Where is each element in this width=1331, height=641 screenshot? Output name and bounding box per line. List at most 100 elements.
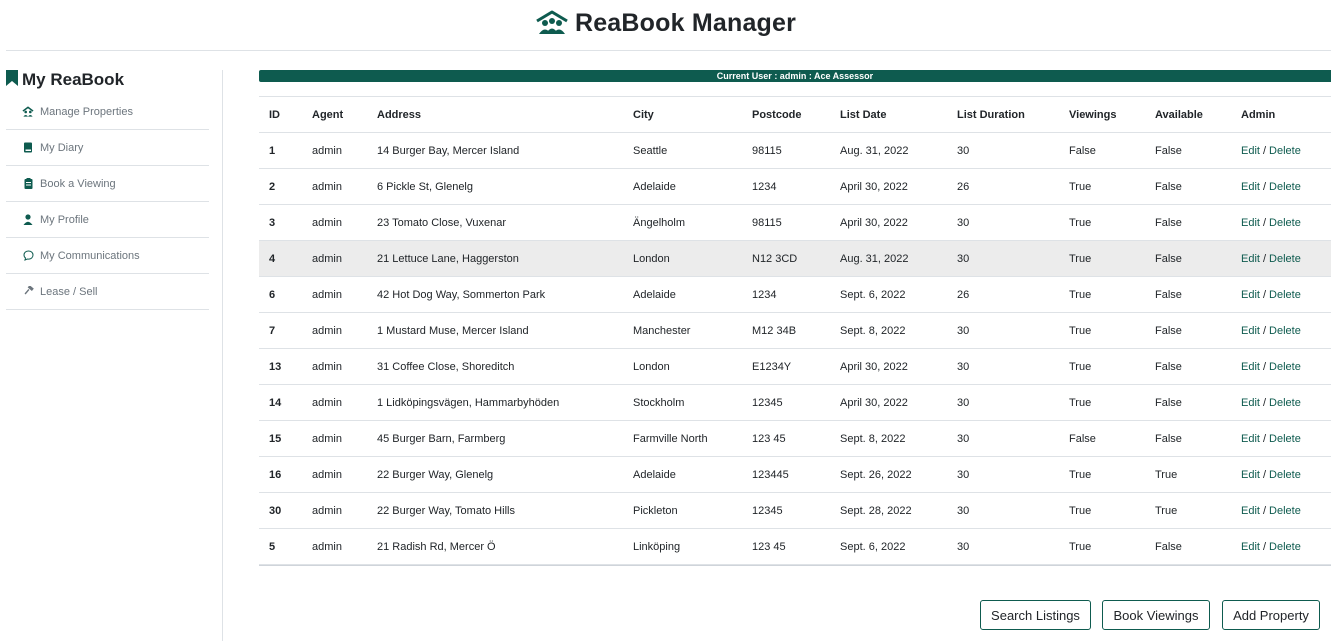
cell-available: False <box>1145 276 1231 313</box>
cell-available: False <box>1145 420 1231 457</box>
edit-link[interactable]: Edit <box>1241 145 1260 157</box>
cell-city: Pickleton <box>623 492 742 529</box>
delete-link[interactable]: Delete <box>1269 361 1301 373</box>
sidebar-item-label: Book a Viewing <box>40 177 116 190</box>
sidebar-item-my-communications[interactable]: My Communications <box>6 238 209 274</box>
cell-address: 22 Burger Way, Tomato Hills <box>367 492 623 529</box>
cell-list-date: April 30, 2022 <box>830 204 947 241</box>
cell-agent: admin <box>302 132 367 169</box>
delete-link[interactable]: Delete <box>1269 217 1301 229</box>
cell-list-duration: 26 <box>947 168 1059 205</box>
cell-agent: admin <box>302 456 367 493</box>
edit-link[interactable]: Edit <box>1241 397 1260 409</box>
delete-link[interactable]: Delete <box>1269 541 1301 553</box>
add-property-button[interactable]: Add Property <box>1222 600 1320 630</box>
cell-agent: admin <box>302 240 367 277</box>
table-row[interactable]: 7 admin 1 Mustard Muse, Mercer Island Manch… <box>259 312 1331 349</box>
column-header[interactable]: ID <box>259 96 302 133</box>
table-row[interactable]: 16 admin 22 Burger Way, Glenelg Adelaide 123… <box>259 456 1331 493</box>
table-row[interactable]: 5 admin 21 Radish Rd, Mercer Ö Linköping 123… <box>259 528 1331 565</box>
sidebar-item-label: Lease / Sell <box>40 285 98 298</box>
brand[interactable]: ReaBook Manager <box>535 9 796 38</box>
edit-link[interactable]: Edit <box>1241 217 1260 229</box>
cell-list-date: Aug. 31, 2022 <box>830 240 947 277</box>
cell-postcode: N12 3CD <box>742 240 830 277</box>
sidebar-item-manage-properties[interactable]: Manage Properties <box>6 94 209 130</box>
cell-list-date: Sept. 6, 2022 <box>830 528 947 565</box>
delete-link[interactable]: Delete <box>1269 253 1301 265</box>
delete-link[interactable]: Delete <box>1269 325 1301 337</box>
cell-city: Linköping <box>623 528 742 565</box>
cell-available: False <box>1145 348 1231 385</box>
cell-viewings: True <box>1059 384 1145 421</box>
column-header[interactable]: Available <box>1145 96 1231 133</box>
cell-city: Adelaide <box>623 276 742 313</box>
edit-link[interactable]: Edit <box>1241 289 1260 301</box>
table-body: 1 admin 14 Burger Bay, Mercer Island Seattl… <box>259 132 1331 565</box>
table-row[interactable]: 13 admin 31 Coffee Close, Shoreditch London… <box>259 348 1331 385</box>
cell-admin: Edit / Delete <box>1231 348 1331 385</box>
cell-admin: Edit / Delete <box>1231 240 1331 277</box>
table-row[interactable]: 3 admin 23 Tomato Close, Vuxenar Ängelholm 9… <box>259 204 1331 241</box>
cell-list-duration: 30 <box>947 420 1059 457</box>
table-row[interactable]: 6 admin 42 Hot Dog Way, Sommerton Park Adel… <box>259 276 1331 313</box>
cell-admin: Edit / Delete <box>1231 384 1331 421</box>
table-row[interactable]: 1 admin 14 Burger Bay, Mercer Island Seattl… <box>259 132 1331 169</box>
column-header[interactable]: City <box>623 96 742 133</box>
edit-link[interactable]: Edit <box>1241 181 1260 193</box>
delete-link[interactable]: Delete <box>1269 397 1301 409</box>
edit-link[interactable]: Edit <box>1241 253 1260 265</box>
sidebar-item-lease-sell[interactable]: Lease / Sell <box>6 274 209 310</box>
link-separator: / <box>1262 144 1267 157</box>
cell-agent: admin <box>302 312 367 349</box>
column-header[interactable]: List Duration <box>947 96 1059 133</box>
cell-list-duration: 30 <box>947 528 1059 565</box>
book-viewings-button[interactable]: Book Viewings <box>1102 600 1210 630</box>
person-icon <box>22 214 34 226</box>
cell-id: 6 <box>259 276 302 313</box>
sidebar-item-label: My Diary <box>40 141 84 154</box>
column-header[interactable]: Postcode <box>742 96 830 133</box>
edit-link[interactable]: Edit <box>1241 541 1260 553</box>
edit-link[interactable]: Edit <box>1241 505 1260 517</box>
sidebar-item-my-profile[interactable]: My Profile <box>6 202 209 238</box>
link-separator: / <box>1262 288 1267 301</box>
edit-link[interactable]: Edit <box>1241 361 1260 373</box>
delete-link[interactable]: Delete <box>1269 505 1301 517</box>
cell-address: 14 Burger Bay, Mercer Island <box>367 132 623 169</box>
table-row[interactable]: 2 admin 6 Pickle St, Glenelg Adelaide 1234 Ap… <box>259 168 1331 205</box>
cell-list-date: Aug. 31, 2022 <box>830 132 947 169</box>
cell-viewings: True <box>1059 204 1145 241</box>
delete-link[interactable]: Delete <box>1269 433 1301 445</box>
cell-address: 31 Coffee Close, Shoreditch <box>367 348 623 385</box>
table-row[interactable]: 15 admin 45 Burger Barn, Farmberg Farmville… <box>259 420 1331 457</box>
cell-viewings: False <box>1059 420 1145 457</box>
column-header[interactable]: List Date <box>830 96 947 133</box>
column-header[interactable]: Agent <box>302 96 367 133</box>
column-header[interactable]: Address <box>367 96 623 133</box>
edit-link[interactable]: Edit <box>1241 325 1260 337</box>
delete-link[interactable]: Delete <box>1269 145 1301 157</box>
column-header[interactable]: Admin <box>1231 96 1331 133</box>
cell-available: True <box>1145 492 1231 529</box>
bookmark-icon <box>6 69 18 91</box>
sidebar-item-book-a-viewing[interactable]: Book a Viewing <box>6 166 209 202</box>
cell-id: 13 <box>259 348 302 385</box>
edit-link[interactable]: Edit <box>1241 469 1260 481</box>
delete-link[interactable]: Delete <box>1269 469 1301 481</box>
link-separator: / <box>1262 180 1267 193</box>
table-row[interactable]: 30 admin 22 Burger Way, Tomato Hills Pickle… <box>259 492 1331 529</box>
delete-link[interactable]: Delete <box>1269 181 1301 193</box>
delete-link[interactable]: Delete <box>1269 289 1301 301</box>
table-row[interactable]: 14 admin 1 Lidköpingsvägen, Hammarbyhöden S… <box>259 384 1331 421</box>
chat-icon <box>22 250 34 262</box>
cell-list-date: Sept. 26, 2022 <box>830 456 947 493</box>
table-row[interactable]: 4 admin 21 Lettuce Lane, Haggerston London N… <box>259 240 1331 277</box>
link-separator: / <box>1262 468 1267 481</box>
cell-agent: admin <box>302 348 367 385</box>
sidebar-item-my-diary[interactable]: My Diary <box>6 130 209 166</box>
column-header[interactable]: Viewings <box>1059 96 1145 133</box>
edit-link[interactable]: Edit <box>1241 433 1260 445</box>
cell-list-date: Sept. 8, 2022 <box>830 312 947 349</box>
search-listings-button[interactable]: Search Listings <box>980 600 1091 630</box>
